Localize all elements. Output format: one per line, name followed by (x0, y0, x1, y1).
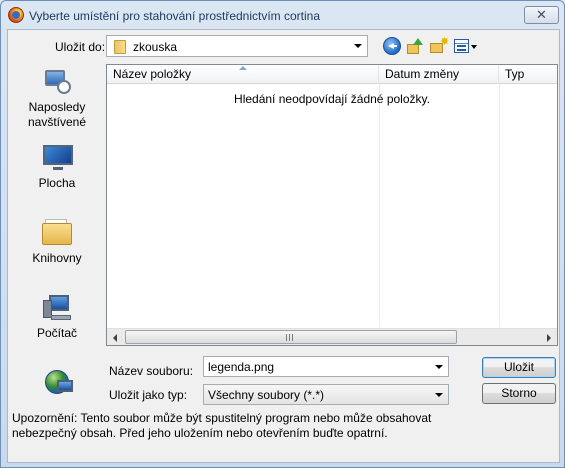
save-button[interactable]: Uložit (482, 357, 556, 378)
scroll-grip-icon (286, 334, 294, 341)
filename-value: legenda.png (208, 360, 275, 374)
close-icon: ✕ (536, 7, 547, 22)
security-warning: Upozornění: Tento soubor může být spusti… (12, 411, 432, 440)
place-label: Plocha (38, 176, 76, 190)
dialog-client-area: Uložit do: zkouska ✸ Naposledy navštíven… (7, 29, 560, 463)
scroll-left-icon[interactable] (107, 329, 124, 346)
filetype-select[interactable]: Všechny soubory (*.*) (203, 384, 449, 405)
folder-icon (114, 40, 126, 54)
place-label: Naposledy navštívené (27, 100, 87, 129)
file-list-view[interactable]: Název položky Datum změny Typ Hledání ne… (106, 64, 558, 346)
view-menu-icon[interactable] (454, 37, 478, 55)
window-title: Vyberte umístění pro stahování prostředn… (29, 9, 321, 23)
place-label: Knihovny (32, 251, 82, 265)
libraries-icon (41, 217, 73, 247)
column-header-type[interactable]: Typ (499, 65, 557, 84)
filename-label: Název souboru: (109, 364, 194, 378)
new-folder-icon[interactable]: ✸ (429, 37, 449, 55)
cancel-button[interactable]: Storno (482, 383, 556, 404)
save-in-dropdown[interactable]: zkouska (106, 35, 368, 57)
up-folder-icon[interactable] (406, 37, 424, 55)
firefox-icon (8, 7, 24, 23)
desktop-icon (41, 142, 73, 172)
filetype-value: Všechny soubory (*.*) (208, 388, 325, 402)
filetype-label: Uložit jako typ: (109, 388, 188, 402)
column-header-date[interactable]: Datum změny (379, 65, 499, 84)
filename-field[interactable]: legenda.png (203, 356, 449, 377)
horizontal-scrollbar[interactable] (107, 328, 557, 345)
chevron-down-icon[interactable] (435, 393, 443, 397)
places-bar: Naposledy navštívené Plocha Knihovny Poč… (13, 64, 101, 404)
network-icon (41, 366, 73, 396)
empty-list-message: Hledání neodpovídají žádné položky. (234, 92, 430, 106)
close-button[interactable]: ✕ (524, 6, 559, 24)
place-label: Počítač (36, 326, 78, 340)
scrollbar-thumb[interactable] (125, 330, 457, 344)
save-in-value: zkouska (133, 40, 178, 54)
file-list-header: Název položky Datum změny Typ (107, 65, 557, 84)
title-bar[interactable]: Vyberte umístění pro stahování prostředn… (1, 1, 564, 31)
sort-ascending-icon (239, 66, 247, 70)
chevron-down-icon[interactable] (354, 44, 362, 48)
chevron-down-icon[interactable] (435, 365, 443, 369)
column-divider (379, 84, 380, 327)
back-icon[interactable] (383, 37, 401, 55)
computer-icon (41, 292, 73, 322)
save-in-label: Uložit do: (55, 40, 106, 54)
recent-places-icon (41, 66, 73, 96)
column-header-name[interactable]: Název položky (107, 65, 379, 84)
save-dialog-window: Vyberte umístění pro stahování prostředn… (0, 0, 565, 468)
column-divider (499, 84, 500, 327)
scroll-right-icon[interactable] (540, 329, 557, 346)
